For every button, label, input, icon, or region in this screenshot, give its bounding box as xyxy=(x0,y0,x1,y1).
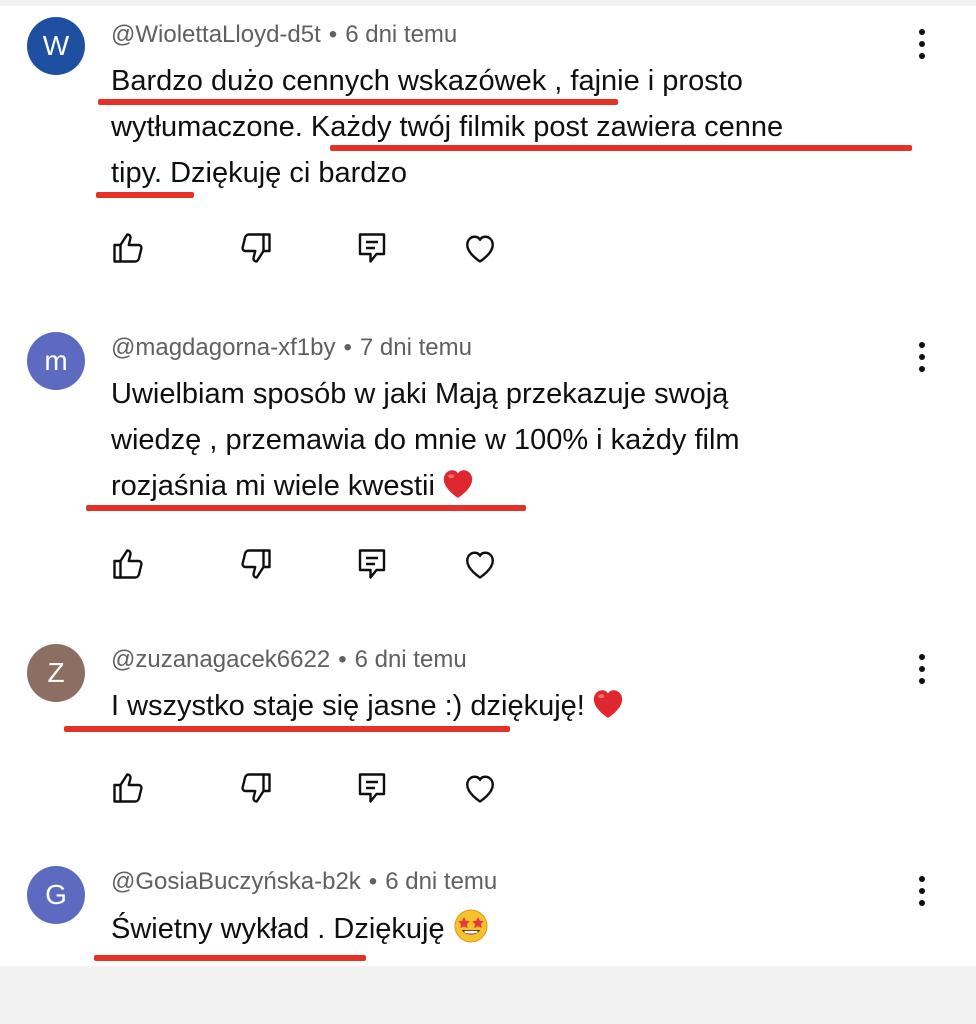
avatar[interactable]: Z xyxy=(27,644,85,702)
author-handle[interactable]: @zuzanagacek6622 xyxy=(111,646,330,673)
meta-separator: • xyxy=(338,646,347,673)
comment-time: 6 dni temu xyxy=(385,868,498,895)
author-handle[interactable]: @magdagorna-xf1by xyxy=(111,334,335,361)
red-heart-emoji xyxy=(591,687,625,730)
meta-separator: • xyxy=(328,21,338,48)
heart-icon[interactable] xyxy=(458,766,502,810)
comment-text-line: wiedzę , przemawia do mnie w 100% i każd… xyxy=(111,424,740,456)
more-vertical-icon[interactable] xyxy=(912,342,932,372)
reply-icon[interactable] xyxy=(350,542,394,586)
comment-meta: @magdagorna-xf1by • 7 dni temu xyxy=(111,333,472,363)
comment-text-line: Świetny wykład . Dziękuję xyxy=(111,908,489,955)
comment-actions xyxy=(106,542,526,586)
reply-icon[interactable] xyxy=(350,766,394,810)
more-vertical-icon[interactable] xyxy=(912,654,932,684)
comment-text: Świetny wykład . Dziękuję xyxy=(111,913,445,945)
comment-text: I wszystko staje się jasne :) dziękuję! xyxy=(111,690,585,722)
thumbs-up-icon[interactable] xyxy=(106,226,150,270)
comments-feed: W @WiolettaLloyd-d5t • 6 dni temu Bardzo d… xyxy=(0,6,976,966)
comment-actions xyxy=(106,226,526,270)
comment-time: 7 dni temu xyxy=(359,334,472,361)
highlight-underline xyxy=(94,955,366,961)
avatar[interactable]: W xyxy=(27,17,85,75)
highlight-underline xyxy=(98,99,618,105)
author-handle[interactable]: @GosiaBuczyńska-b2k xyxy=(111,868,361,895)
highlight-underline xyxy=(64,726,510,732)
highlight-underline xyxy=(330,145,912,151)
thumbs-down-icon[interactable] xyxy=(234,766,278,810)
comment-text-line: rozjaśnia mi wiele kwestii xyxy=(111,466,475,510)
comment-text: rozjaśnia mi wiele kwestii xyxy=(111,470,435,502)
comment-time: 6 dni temu xyxy=(354,646,467,673)
thumbs-down-icon[interactable] xyxy=(234,226,278,270)
more-vertical-icon[interactable] xyxy=(912,876,932,906)
comment-text-line: I wszystko staje się jasne :) dziękuję! xyxy=(111,686,625,730)
highlight-underline xyxy=(86,505,526,511)
comment-meta: @zuzanagacek6622 • 6 dni temu xyxy=(111,645,467,675)
red-heart-emoji xyxy=(441,467,475,510)
heart-icon[interactable] xyxy=(458,226,502,270)
star-struck-emoji xyxy=(453,908,489,955)
comment-time: 6 dni temu xyxy=(345,21,458,48)
thumbs-up-icon[interactable] xyxy=(106,542,150,586)
avatar[interactable]: m xyxy=(27,332,85,390)
meta-separator: • xyxy=(343,334,352,361)
thumbs-up-icon[interactable] xyxy=(106,766,150,810)
comment-meta: @GosiaBuczyńska-b2k • 6 dni temu xyxy=(111,867,497,897)
comment-text-line: tipy. Dziękuję ci bardzo xyxy=(111,157,408,189)
meta-separator: • xyxy=(368,868,378,895)
avatar[interactable]: G xyxy=(27,866,85,924)
highlight-underline xyxy=(96,192,194,198)
comment-meta: @WiolettaLloyd-d5t • 6 dni temu xyxy=(111,20,457,50)
comment-text-line: wytłumaczone. Każdy twój filmik post zaw… xyxy=(111,111,784,143)
comment-text-line: Bardzo dużo cennych wskazówek , fajnie i… xyxy=(111,65,743,97)
heart-icon[interactable] xyxy=(458,542,502,586)
more-vertical-icon[interactable] xyxy=(912,29,932,59)
author-handle[interactable]: @WiolettaLloyd-d5t xyxy=(111,21,321,48)
comment-text-line: Uwielbiam sposób w jaki Mają przekazuje … xyxy=(111,378,729,410)
comment-actions xyxy=(106,766,526,810)
reply-icon[interactable] xyxy=(350,226,394,270)
thumbs-down-icon[interactable] xyxy=(234,542,278,586)
